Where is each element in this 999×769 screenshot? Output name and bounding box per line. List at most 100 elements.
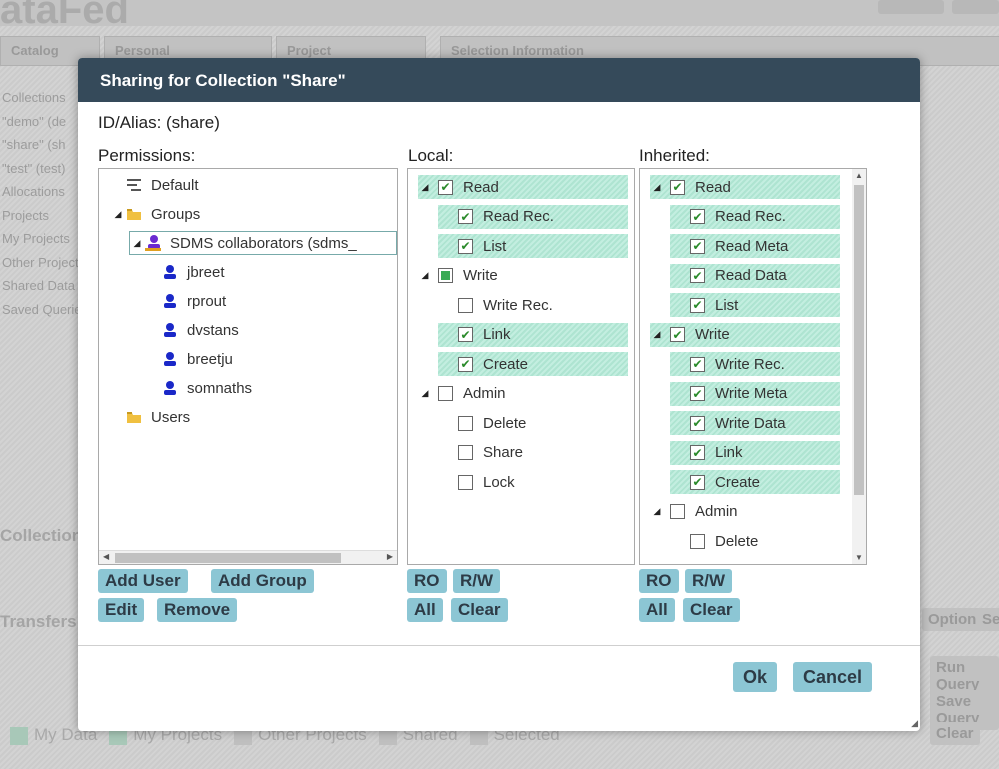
horizontal-scrollbar[interactable]: ◀ ▶	[99, 550, 397, 564]
permission-tree-item[interactable]: Users	[111, 405, 190, 429]
permission-label: Write Rec.	[715, 355, 785, 373]
permission-tree-item[interactable]: somnaths	[147, 376, 252, 400]
scroll-up-icon[interactable]: ▲	[855, 171, 863, 180]
expand-toggle-icon[interactable]: ◢	[650, 182, 664, 193]
resize-handle-icon[interactable]: ◢	[911, 718, 918, 729]
permission-label: List	[715, 296, 739, 314]
permission-checkbox-item[interactable]: ✔ List	[670, 293, 840, 317]
scroll-down-icon[interactable]: ▼	[855, 553, 863, 562]
permission-tree-item[interactable]: ◢ SDMS collaborators (sdms_	[129, 231, 397, 255]
permission-checkbox[interactable]: ✔	[690, 415, 705, 431]
permission-checkbox-item[interactable]: ✔ Write Rec.	[670, 352, 840, 376]
inherited-clear-button[interactable]: Clear	[683, 598, 740, 622]
local-clear-button[interactable]: Clear	[451, 598, 508, 622]
permission-tree-item[interactable]: dvstans	[147, 318, 239, 342]
permission-checkbox-item[interactable]: ✔ Create	[670, 470, 840, 494]
permission-checkbox-item[interactable]: ◢ Admin	[650, 500, 840, 524]
permission-checkbox[interactable]: ✔	[690, 386, 705, 401]
permission-checkbox[interactable]	[690, 533, 705, 549]
permission-checkbox[interactable]: ✔	[690, 238, 705, 254]
expand-toggle-icon[interactable]: ◢	[418, 182, 432, 193]
permission-checkbox[interactable]	[438, 386, 453, 401]
permission-checkbox-item[interactable]: ✔ Link	[438, 322, 628, 347]
permission-checkbox-item[interactable]: ✔ Create	[438, 352, 628, 376]
inherited-all-button[interactable]: All	[639, 598, 675, 622]
permission-checkbox-item[interactable]: ✔ Read Data	[670, 263, 840, 288]
inherited-ro-button[interactable]: RO	[639, 569, 679, 593]
expand-toggle-icon[interactable]: ◢	[418, 388, 432, 399]
permission-checkbox[interactable]: ✔	[458, 209, 473, 224]
inherited-permissions-tree[interactable]: ▲ ▼ ◢ ✔ Read ✔ Read Rec. ✔ Read Meta ✔ Read Data…	[639, 168, 867, 565]
add-group-button[interactable]: Add Group	[211, 569, 314, 593]
permission-tree-item[interactable]: ◢ Groups	[111, 202, 201, 226]
expand-toggle-icon[interactable]: ◢	[418, 270, 432, 281]
local-all-button[interactable]: All	[407, 598, 443, 622]
permission-checkbox-item[interactable]: ◢ Admin	[418, 382, 628, 406]
permission-checkbox-item[interactable]: ✔ Read Rec.	[670, 204, 840, 229]
scroll-left-icon[interactable]: ◀	[103, 552, 109, 561]
add-user-button[interactable]: Add User	[98, 569, 188, 593]
permission-label: Create	[715, 473, 761, 491]
user-icon	[161, 321, 179, 339]
group-user-icon	[144, 234, 162, 252]
app-brand: ataFed	[0, 0, 129, 32]
permission-tree-item[interactable]: breetju	[147, 347, 233, 371]
permission-checkbox[interactable]: ✔	[690, 474, 705, 490]
cancel-button[interactable]: Cancel	[793, 662, 873, 692]
remove-button[interactable]: Remove	[157, 598, 238, 622]
bg-section-collection: Collection	[0, 526, 83, 545]
permission-tree-item[interactable]: Default	[111, 173, 199, 197]
permission-checkbox-item[interactable]: Delete	[438, 411, 628, 435]
permission-checkbox-item[interactable]: ◢ Write	[418, 264, 628, 288]
permission-checkbox[interactable]: ✔	[438, 179, 453, 195]
permission-checkbox-item[interactable]: Write Rec.	[438, 293, 628, 317]
permission-checkbox-item[interactable]: ◢ ✔ Read	[650, 175, 840, 199]
permission-checkbox[interactable]	[670, 504, 685, 519]
permission-checkbox[interactable]	[458, 445, 473, 460]
sharing-dialog: Sharing for Collection "Share" ID/Alias:…	[78, 58, 920, 731]
expand-toggle-icon[interactable]: ◢	[111, 209, 125, 220]
permission-checkbox[interactable]: ✔	[458, 327, 473, 342]
permission-checkbox[interactable]	[458, 415, 473, 431]
permission-checkbox[interactable]: ✔	[690, 297, 705, 313]
permission-checkbox[interactable]	[438, 268, 453, 283]
permission-checkbox-item[interactable]: Share	[438, 441, 628, 465]
scroll-thumb[interactable]	[115, 553, 341, 563]
permission-checkbox-item[interactable]: ✔ Write Data	[670, 411, 840, 435]
permission-tree-item[interactable]: jbreet	[147, 260, 225, 284]
permission-checkbox-item[interactable]: ✔ Read Rec.	[438, 204, 628, 229]
local-permissions-tree[interactable]: ◢ ✔ Read ✔ Read Rec. ✔ List ◢ Write Write Rec. ✔ Li…	[407, 168, 635, 565]
permission-checkbox[interactable]: ✔	[690, 356, 705, 372]
local-ro-button[interactable]: RO	[407, 569, 447, 593]
permission-checkbox[interactable]: ✔	[670, 179, 685, 195]
scroll-right-icon[interactable]: ▶	[387, 552, 393, 561]
permission-tree-item[interactable]: rprout	[147, 289, 226, 313]
permission-checkbox-item[interactable]: ◢ ✔ Write	[650, 322, 840, 347]
permission-checkbox[interactable]	[458, 297, 473, 313]
permission-checkbox-item[interactable]: Lock	[438, 470, 628, 494]
permission-checkbox-item[interactable]: ◢ ✔ Read	[418, 175, 628, 199]
ok-button[interactable]: Ok	[733, 662, 778, 692]
permission-checkbox[interactable]: ✔	[458, 238, 473, 254]
permission-checkbox-item[interactable]: ✔ List	[438, 234, 628, 258]
edit-button[interactable]: Edit	[98, 598, 145, 622]
permission-checkbox[interactable]: ✔	[690, 445, 705, 460]
permission-checkbox-item[interactable]: ✔ Link	[670, 440, 840, 465]
permission-checkbox[interactable]	[458, 474, 473, 490]
permission-checkbox-item[interactable]: Delete	[670, 529, 840, 553]
permission-checkbox[interactable]: ✔	[458, 356, 473, 372]
expand-toggle-icon[interactable]: ◢	[650, 506, 664, 517]
permission-label: Lock	[483, 473, 515, 491]
vertical-scrollbar[interactable]: ▲ ▼	[852, 169, 866, 564]
scroll-thumb[interactable]	[854, 185, 864, 495]
permissions-tree[interactable]: ◀ ▶ Default ◢ Groups ◢ SDMS collaborators (s…	[98, 168, 398, 565]
expand-toggle-icon[interactable]: ◢	[650, 329, 664, 340]
inherited-rw-button[interactable]: R/W	[685, 569, 733, 593]
permission-checkbox-item[interactable]: ✔ Write Meta	[670, 381, 840, 406]
permission-checkbox-item[interactable]: ✔ Read Meta	[670, 234, 840, 258]
permission-checkbox[interactable]: ✔	[690, 209, 705, 224]
expand-toggle-icon[interactable]: ◢	[130, 238, 144, 249]
permission-checkbox[interactable]: ✔	[690, 268, 705, 283]
permission-checkbox[interactable]: ✔	[670, 327, 685, 342]
local-rw-button[interactable]: R/W	[453, 569, 501, 593]
